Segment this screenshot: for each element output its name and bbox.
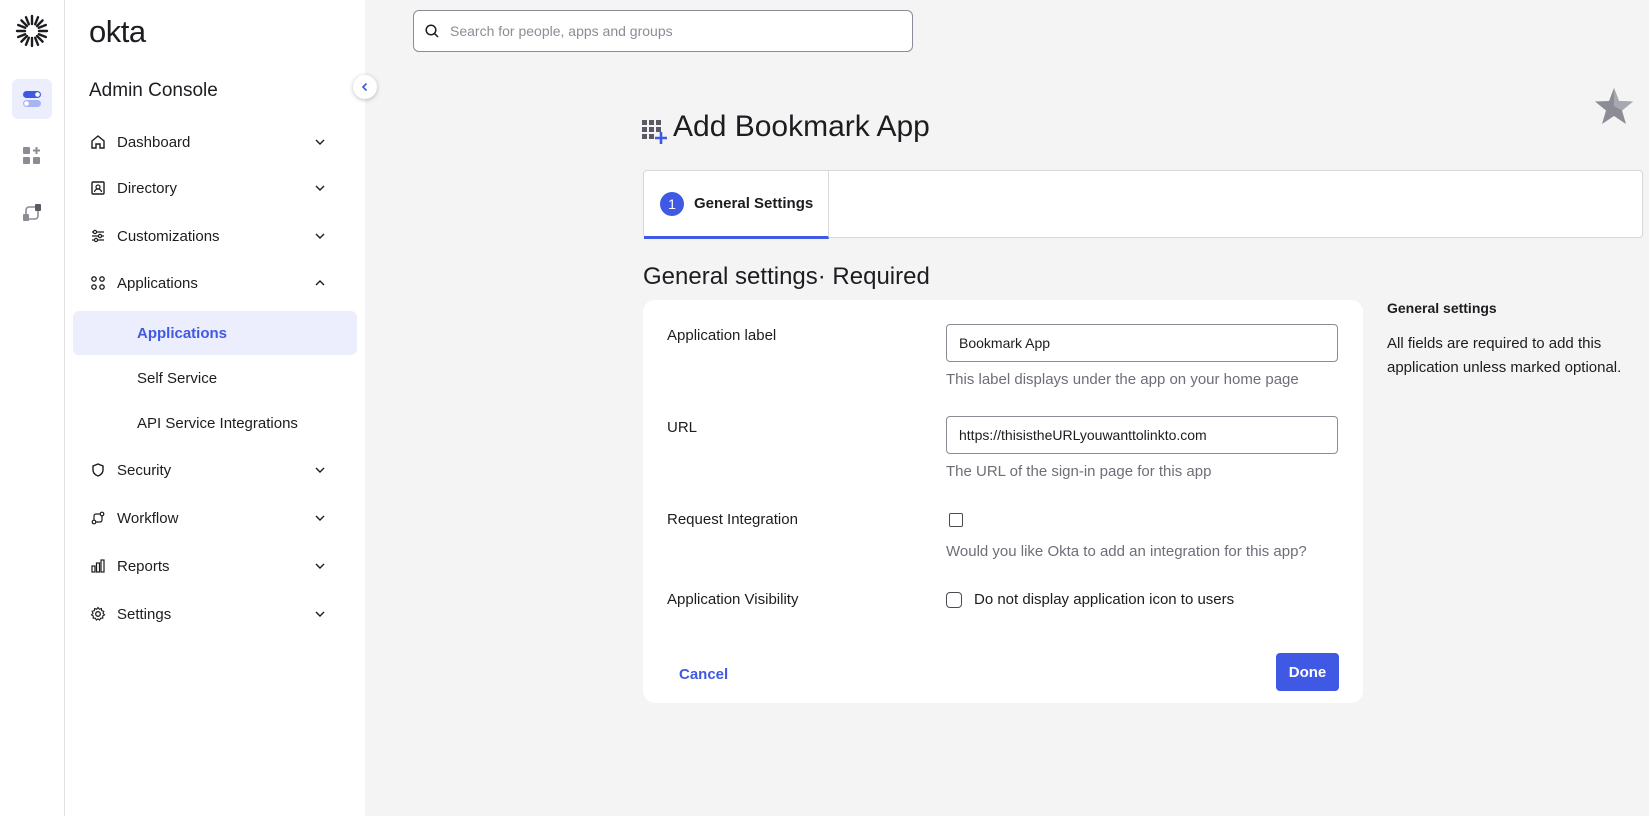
- rail-add-apps-button[interactable]: [12, 136, 52, 176]
- chevron-down-icon: [315, 515, 325, 521]
- nav-label: Directory: [117, 179, 178, 197]
- okta-logo-icon[interactable]: [15, 14, 49, 48]
- toggle-icon: [23, 91, 41, 107]
- request-integration-checkbox[interactable]: [949, 513, 963, 527]
- chevron-down-icon: [315, 563, 325, 569]
- gear-icon: [90, 606, 106, 621]
- search-input[interactable]: [450, 23, 890, 39]
- nav-label: Settings: [117, 605, 172, 623]
- nav-label: Reports: [117, 557, 170, 575]
- page-title: Add Bookmark App: [673, 110, 930, 143]
- bar-chart-icon: [91, 559, 105, 573]
- sidebar-item-self-service[interactable]: Self Service: [73, 356, 357, 400]
- brand-logo[interactable]: okta: [89, 14, 146, 50]
- application-label-label: Application label: [667, 327, 777, 344]
- request-integration-help: Would you like Okta to add an integratio…: [946, 543, 1307, 560]
- icon-rail: [0, 0, 65, 816]
- chevron-down-icon: [315, 611, 325, 617]
- directory-icon: [91, 181, 105, 195]
- done-button[interactable]: Done: [1276, 653, 1339, 691]
- step-number-badge: 1: [660, 191, 684, 216]
- nav-label: Customizations: [117, 227, 220, 245]
- sidebar-item-api-service-integrations[interactable]: API Service Integrations: [73, 401, 357, 445]
- request-integration-label: Request Integration: [667, 511, 798, 528]
- nav-label: Applications: [117, 274, 198, 292]
- chevron-down-icon: [315, 185, 325, 191]
- favorite-star-icon[interactable]: [1594, 86, 1634, 126]
- url-input[interactable]: [946, 416, 1338, 454]
- nav-security[interactable]: Security: [89, 452, 339, 488]
- tab-general-settings[interactable]: 1 General Settings: [644, 171, 829, 239]
- nav-label: Workflow: [117, 509, 179, 527]
- application-visibility-label: Application Visibility: [667, 591, 799, 608]
- help-panel-title: General settings: [1387, 300, 1497, 316]
- search-icon: [425, 24, 439, 38]
- add-app-icon: [642, 120, 667, 144]
- url-label: URL: [667, 419, 698, 436]
- nav-label: Security: [117, 461, 172, 479]
- global-search[interactable]: [413, 10, 913, 52]
- sidebar-item-applications[interactable]: Applications: [73, 311, 357, 355]
- hide-app-icon-checkbox[interactable]: [946, 592, 962, 608]
- nav-label: Dashboard: [117, 133, 191, 151]
- rail-workflow-button[interactable]: [12, 193, 52, 233]
- nav-applications[interactable]: Applications: [89, 265, 339, 301]
- application-label-help: This label displays under the app on you…: [946, 371, 1299, 388]
- section-title: General settings· Required: [643, 263, 930, 290]
- hide-app-icon-label[interactable]: Do not display application icon to users: [974, 591, 1234, 608]
- nav-settings[interactable]: Settings: [89, 596, 339, 632]
- chevron-left-icon: [361, 82, 368, 92]
- console-title: Admin Console: [89, 80, 218, 101]
- add-apps-icon: [23, 147, 40, 164]
- nav-customizations[interactable]: Customizations: [89, 218, 339, 254]
- nav-directory[interactable]: Directory: [89, 170, 339, 206]
- nav-reports[interactable]: Reports: [89, 548, 339, 584]
- collapse-sidebar-button[interactable]: [353, 75, 377, 99]
- cancel-button[interactable]: Cancel: [667, 656, 740, 692]
- step-label: General Settings: [694, 195, 814, 212]
- sidebar: okta Admin Console Dashboard Directory C…: [65, 0, 377, 816]
- nav-workflow[interactable]: Workflow: [89, 500, 339, 536]
- rail-toggle-button[interactable]: [12, 79, 52, 119]
- chevron-down-icon: [315, 233, 325, 239]
- apps-grid-icon: [91, 276, 105, 290]
- chevron-down-icon: [315, 139, 325, 145]
- wizard-steps: 1 General Settings: [643, 170, 1643, 239]
- chevron-down-icon: [315, 467, 325, 473]
- sliders-icon: [92, 229, 104, 243]
- shield-icon: [92, 463, 104, 477]
- application-label-input[interactable]: [946, 324, 1338, 362]
- nav-dashboard[interactable]: Dashboard: [89, 124, 339, 160]
- chevron-up-icon: [315, 280, 325, 286]
- workflow-icon: [91, 511, 105, 525]
- help-panel: General settings All fields are required…: [1387, 300, 1627, 380]
- url-help: The URL of the sign-in page for this app: [946, 463, 1212, 480]
- workflow-icon: [23, 204, 41, 221]
- help-panel-text: All fields are required to add this appl…: [1387, 335, 1622, 376]
- general-settings-form: Application label This label displays un…: [643, 300, 1363, 703]
- home-icon: [91, 135, 105, 149]
